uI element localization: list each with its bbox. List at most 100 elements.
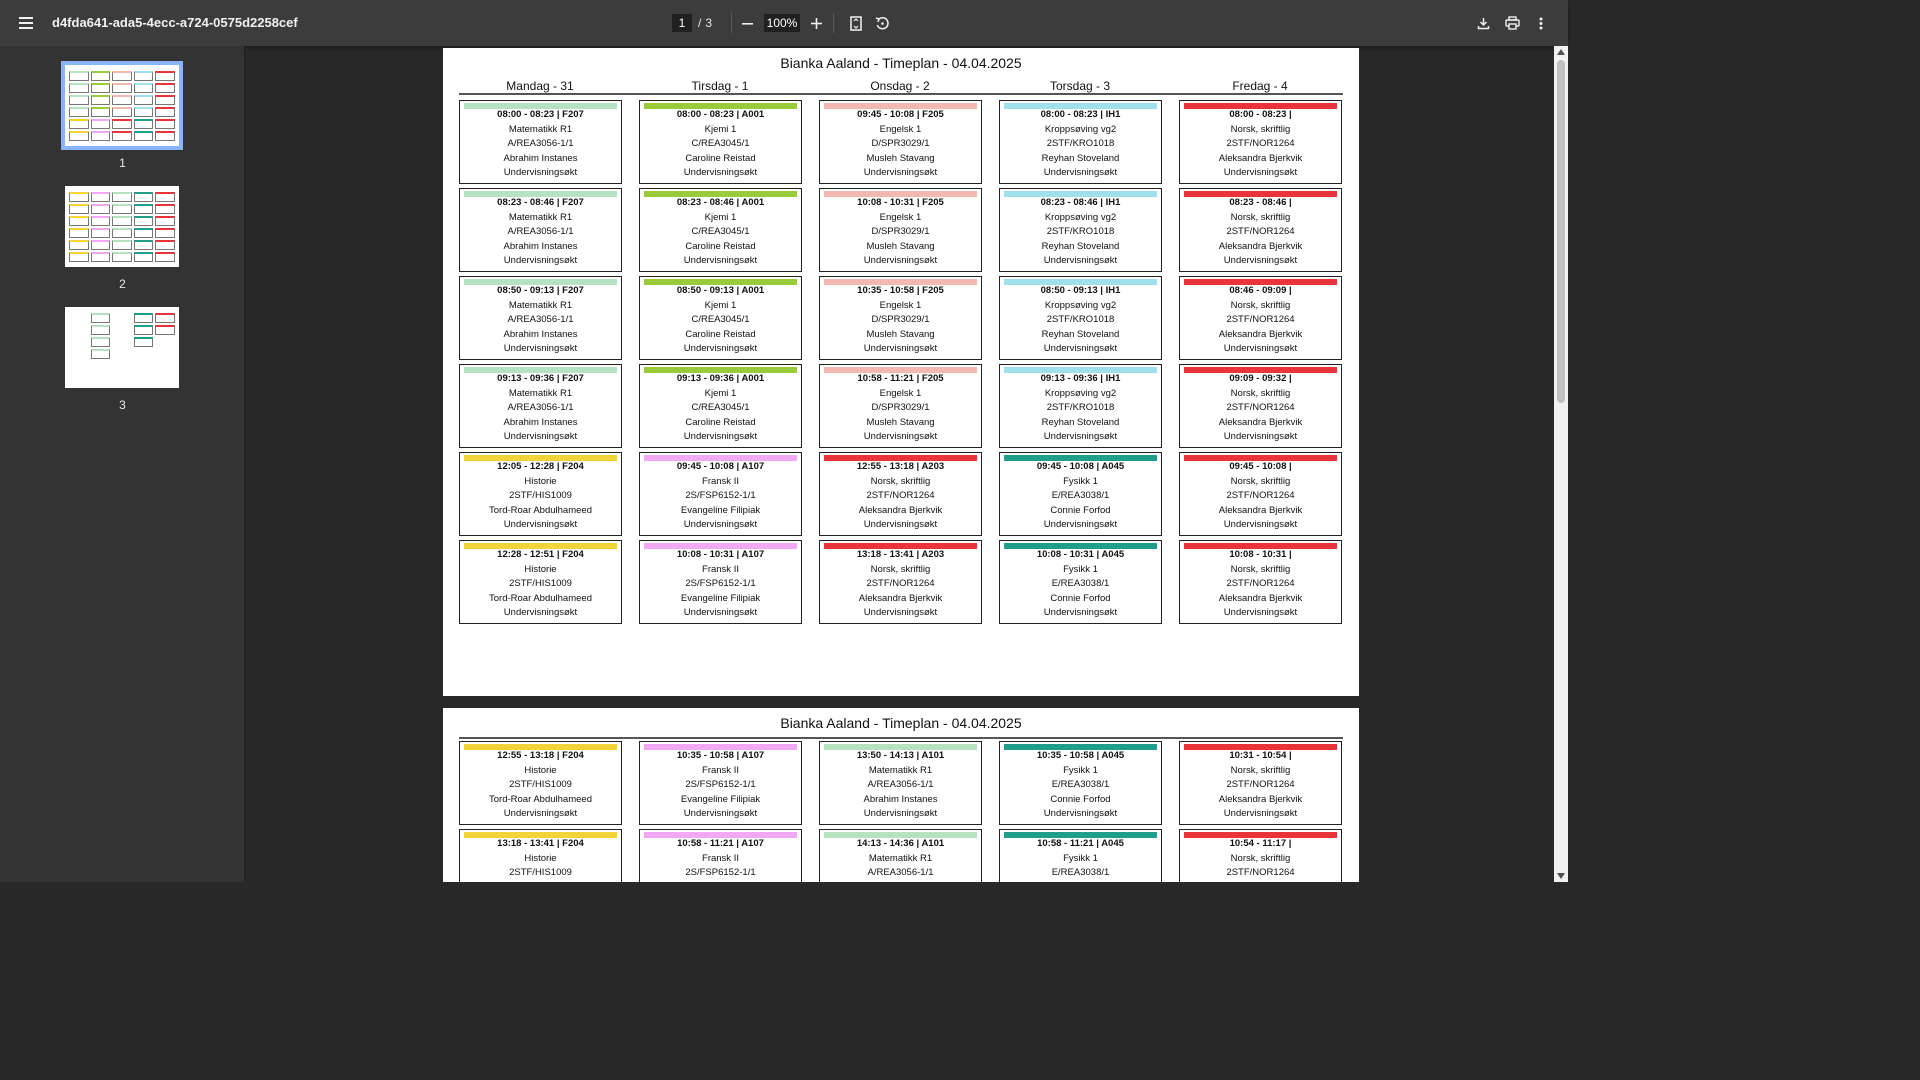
lesson-time-room: 08:00 - 08:23 | F207 xyxy=(497,109,584,120)
lesson-time-room: 10:58 - 11:21 | A107 xyxy=(677,838,764,849)
lesson-details: 14:13 - 14:36 | A101 Matematikk R1 A/REA30… xyxy=(820,837,981,881)
lesson-card: 14:13 - 14:36 | A101 Matematikk R1 A/REA30… xyxy=(819,829,982,882)
lesson-details: 08:50 - 09:13 | A001 Kjemi 1 C/REA3045/1 Ca… xyxy=(640,284,801,357)
plus-icon xyxy=(810,17,822,29)
day-headers: Mandag - 31 Tirsdag - 1 Onsdag - 2 Torsd… xyxy=(459,79,1343,95)
scroll-down-icon[interactable] xyxy=(1557,873,1565,879)
day-header: Onsdag - 2 xyxy=(870,79,930,93)
lesson-time-room: 12:55 - 13:18 | A203 xyxy=(856,461,945,472)
lesson-card: 08:23 - 08:46 | F207 Matematikk R1 A/REA30… xyxy=(459,188,622,272)
lesson-type: Undervisningsøkt xyxy=(1223,607,1298,619)
pdf-page-2: Bianka Aaland - Timeplan - 04.04.2025 12… xyxy=(443,708,1359,882)
lesson-time-room: 10:58 - 11:21 | A045 xyxy=(1037,838,1124,849)
lesson-subject: Fysikk 1 xyxy=(1063,475,1098,487)
lesson-type: Undervisningsøkt xyxy=(683,431,758,443)
lesson-subject: Fysikk 1 xyxy=(1063,764,1098,776)
lesson-subject: Engelsk 1 xyxy=(879,299,922,311)
lesson-card: 10:58 - 11:21 | A045 Fysikk 1 E/REA3038/1 xyxy=(999,829,1162,882)
lesson-type: Undervisningsøkt xyxy=(503,808,578,820)
vertical-scrollbar[interactable] xyxy=(1554,46,1568,882)
lesson-details: 10:31 - 10:54 | Norsk, skriftlig 2STF/NOR1… xyxy=(1180,749,1341,822)
lesson-card: 13:18 - 13:41 | A203 Norsk, skriftlig 2STF… xyxy=(819,540,982,624)
lesson-subject: Historie xyxy=(524,475,557,487)
lesson-type: Undervisningsøkt xyxy=(503,607,578,619)
lesson-card: 08:00 - 08:23 | Norsk, skriftlig 2STF/NOR1… xyxy=(1179,100,1342,184)
lesson-type: Undervisningsøkt xyxy=(1043,519,1118,531)
lesson-group: 2STF/NOR1264 xyxy=(1226,226,1295,238)
lesson-card: 10:08 - 10:31 | F205 Engelsk 1 D/SPR3029/1… xyxy=(819,188,982,272)
header-rule xyxy=(459,737,1343,739)
lesson-card: 08:50 - 09:13 | A001 Kjemi 1 C/REA3045/1 Ca… xyxy=(639,276,802,360)
lesson-details: 08:00 - 08:23 | IH1 Kroppsøving vg2 2STF/K… xyxy=(1000,108,1161,181)
page-number-input[interactable] xyxy=(672,14,692,32)
lesson-teacher: Aleksandra Bjerkvik xyxy=(1218,152,1303,164)
lesson-card: 08:50 - 09:13 | IH1 Kroppsøving vg2 2STF/K… xyxy=(999,276,1162,360)
lesson-details: 13:18 - 13:41 | A203 Norsk, skriftlig 2STF… xyxy=(820,548,981,621)
lesson-card: 10:58 - 11:21 | A107 Fransk II 2S/FSP6152-… xyxy=(639,829,802,882)
pdf-page-1: Bianka Aaland - Timeplan - 04.04.2025 Ma… xyxy=(443,48,1359,696)
lesson-teacher: Aleksandra Bjerkvik xyxy=(858,592,943,604)
lesson-card: 10:58 - 11:21 | F205 Engelsk 1 D/SPR3029/1… xyxy=(819,364,982,448)
lesson-type: Undervisningsøkt xyxy=(1043,343,1118,355)
lesson-group: C/REA3045/1 xyxy=(691,314,750,326)
page-thumbnail-3[interactable] xyxy=(65,307,179,388)
fit-page-icon[interactable] xyxy=(844,11,868,35)
lesson-time-room: 09:13 - 09:36 | IH1 xyxy=(1040,373,1121,384)
lesson-card: 08:00 - 08:23 | IH1 Kroppsøving vg2 2STF/K… xyxy=(999,100,1162,184)
lesson-group: A/REA3056-1/1 xyxy=(507,226,574,238)
scrollbar-thumb[interactable] xyxy=(1557,60,1565,403)
lesson-teacher: Connie Forfod xyxy=(1050,592,1111,604)
lesson-group: A/REA3056-1/1 xyxy=(507,402,574,414)
scroll-up-icon[interactable] xyxy=(1557,49,1565,55)
lesson-group: A/REA3056-1/1 xyxy=(507,314,574,326)
lesson-teacher: Abrahim Instanes xyxy=(503,416,578,428)
lesson-subject: Norsk, skriftlig xyxy=(1230,764,1291,776)
zoom-level-input[interactable] xyxy=(764,14,800,32)
lesson-type: Undervisningsøkt xyxy=(1043,167,1118,179)
lesson-card: 08:46 - 09:09 | Norsk, skriftlig 2STF/NOR1… xyxy=(1179,276,1342,360)
download-icon[interactable] xyxy=(1471,11,1495,35)
lesson-subject: Norsk, skriftlig xyxy=(870,475,931,487)
lesson-time-room: 10:35 - 10:58 | A107 xyxy=(676,750,765,761)
lesson-details: 12:28 - 12:51 | F204 Historie 2STF/HIS1009… xyxy=(460,548,621,621)
lesson-subject: Engelsk 1 xyxy=(879,387,922,399)
lesson-time-room: 09:45 - 10:08 | A045 xyxy=(1036,461,1125,472)
lesson-type: Undervisningsøkt xyxy=(683,808,758,820)
lesson-teacher: Reyhan Stoveland xyxy=(1041,240,1120,252)
page-thumbnail-2[interactable] xyxy=(65,186,179,267)
lesson-time-room: 09:45 - 10:08 | F205 xyxy=(857,109,944,120)
lesson-card: 10:54 - 11:17 | Norsk, skriftlig 2STF/NOR1… xyxy=(1179,829,1342,882)
lesson-teacher: Tord-Roar Abdulhameed xyxy=(489,592,592,604)
day-header: Torsdag - 3 xyxy=(1049,79,1111,93)
zoom-in-button[interactable] xyxy=(804,11,828,35)
lesson-teacher: Reyhan Stoveland xyxy=(1041,328,1120,340)
lesson-details: 09:45 - 10:08 | Norsk, skriftlig 2STF/NOR1… xyxy=(1180,460,1341,533)
lesson-card: 10:08 - 10:31 | A045 Fysikk 1 E/REA3038/1 C… xyxy=(999,540,1162,624)
rotate-icon[interactable] xyxy=(870,11,894,35)
lesson-type: Undervisningsøkt xyxy=(683,167,758,179)
lesson-card: 08:50 - 09:13 | F207 Matematikk R1 A/REA30… xyxy=(459,276,622,360)
lesson-details: 08:46 - 09:09 | Norsk, skriftlig 2STF/NOR1… xyxy=(1180,284,1341,357)
lesson-subject: Matematikk R1 xyxy=(868,764,933,776)
lesson-group: D/SPR3029/1 xyxy=(871,402,930,414)
lesson-group: 2STF/KRO1018 xyxy=(1046,226,1115,238)
lesson-group: 2STF/HIS1009 xyxy=(509,578,572,590)
lesson-subject: Kroppsøving vg2 xyxy=(1044,299,1117,311)
lesson-type: Undervisningsøkt xyxy=(683,255,758,267)
lesson-subject: Norsk, skriftlig xyxy=(1230,563,1291,575)
lesson-group: 2STF/NOR1264 xyxy=(1226,314,1295,326)
lesson-subject: Kroppsøving vg2 xyxy=(1044,123,1117,135)
document-viewer[interactable]: Bianka Aaland - Timeplan - 04.04.2025 Ma… xyxy=(246,46,1554,882)
page-thumbnail-1[interactable] xyxy=(61,61,183,150)
lesson-time-room: 08:23 - 08:46 | F207 xyxy=(497,197,584,208)
lesson-details: 08:50 - 09:13 | F207 Matematikk R1 A/REA30… xyxy=(460,284,621,357)
lesson-time-room: 09:45 - 10:08 | A107 xyxy=(676,461,765,472)
zoom-out-button[interactable] xyxy=(735,11,759,35)
lesson-time-room: 13:18 - 13:41 | F204 xyxy=(497,838,584,849)
menu-icon[interactable] xyxy=(14,11,38,35)
lesson-time-room: 08:00 - 08:23 | IH1 xyxy=(1040,109,1121,120)
more-options-icon[interactable] xyxy=(1529,11,1553,35)
print-icon[interactable] xyxy=(1500,11,1524,35)
lesson-time-room: 08:23 - 08:46 | IH1 xyxy=(1040,197,1121,208)
lesson-details: 10:58 - 11:21 | A107 Fransk II 2S/FSP6152-… xyxy=(640,837,801,881)
